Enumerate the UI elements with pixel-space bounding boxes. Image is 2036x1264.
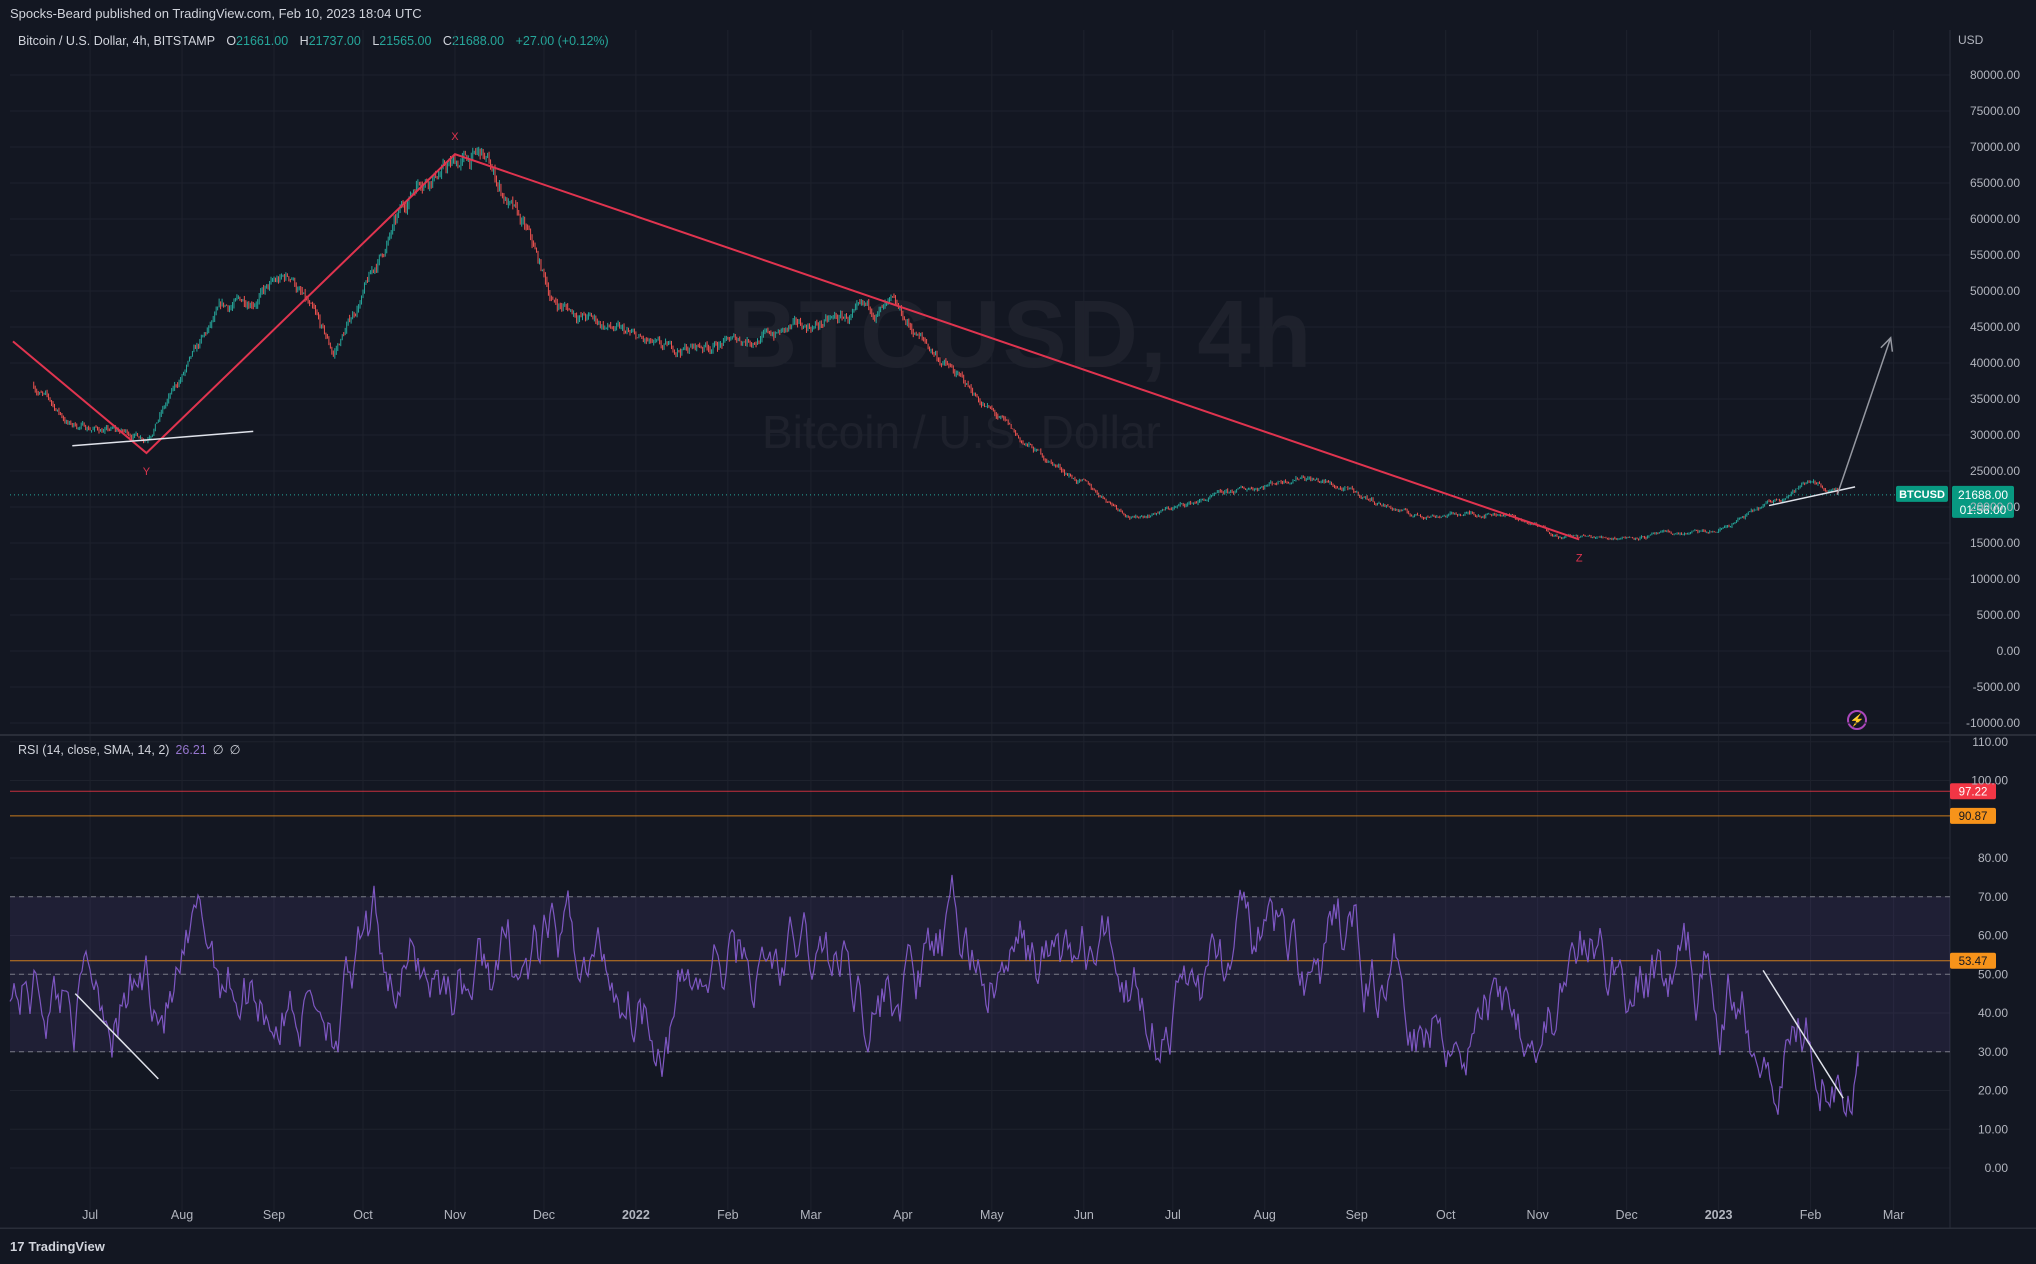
rsi-tick-label: 110.00 bbox=[1972, 735, 2008, 749]
pattern-label-x: X bbox=[451, 131, 459, 143]
tradingview-brand[interactable]: 17 TradingView bbox=[10, 1239, 105, 1254]
rsi-level-tag-label: 97.22 bbox=[1959, 786, 1988, 798]
currency-label: USD bbox=[1958, 33, 1984, 47]
time-tick-label: Mar bbox=[800, 1208, 822, 1222]
price-tick-label: 40000.00 bbox=[1970, 356, 2020, 370]
footer: 17 TradingView bbox=[0, 1228, 2036, 1264]
rsi-tick-label: 30.00 bbox=[1978, 1045, 2008, 1059]
price-tick-label: 75000.00 bbox=[1970, 104, 2020, 118]
time-tick-label: Sep bbox=[1346, 1208, 1368, 1222]
ticker-tag-label: BTCUSD bbox=[1899, 489, 1945, 501]
time-tick-label: Mar bbox=[1883, 1208, 1905, 1222]
price-tick-label: 70000.00 bbox=[1970, 140, 2020, 154]
time-tick-label: Sep bbox=[263, 1208, 285, 1222]
time-tick-label: Jul bbox=[82, 1208, 98, 1222]
rsi-tick-label: 40.00 bbox=[1978, 1006, 2008, 1020]
price-tick-label: 15000.00 bbox=[1970, 536, 2020, 550]
time-tick-label: Jul bbox=[1165, 1208, 1181, 1222]
chart-canvas[interactable]: 97.2290.8753.47 YXZBTCUSD 21688.0001:56:0… bbox=[0, 0, 2036, 1228]
time-tick-label: Dec bbox=[533, 1208, 555, 1222]
rsi-level-tag-label: 53.47 bbox=[1959, 956, 1988, 968]
time-tick-label: Nov bbox=[1527, 1208, 1550, 1222]
price-tick-label: 35000.00 bbox=[1970, 392, 2020, 406]
price-tick-label: 55000.00 bbox=[1970, 248, 2020, 262]
pattern-label-y: Y bbox=[143, 466, 151, 478]
time-tick-label: Oct bbox=[353, 1208, 373, 1222]
time-tick-label: Aug bbox=[1254, 1208, 1276, 1222]
recent-support-trendline bbox=[1768, 486, 1856, 507]
price-tick-label: 60000.00 bbox=[1970, 212, 2020, 226]
wxyz-pattern-line bbox=[12, 153, 1580, 541]
time-tick-label: Jun bbox=[1074, 1208, 1094, 1222]
rsi-tick-label: 80.00 bbox=[1978, 851, 2008, 865]
price-tick-label: 30000.00 bbox=[1970, 428, 2020, 442]
price-tick-label: 50000.00 bbox=[1970, 284, 2020, 298]
time-tick-label: Oct bbox=[1436, 1208, 1456, 1222]
price-tick-label: 65000.00 bbox=[1970, 176, 2020, 190]
price-tick-label: 5000.00 bbox=[1977, 608, 2021, 622]
price-tick-label: -5000.00 bbox=[1973, 680, 2021, 694]
price-tick-label: -10000.00 bbox=[1966, 716, 2020, 730]
rsi-tick-label: 60.00 bbox=[1978, 929, 2008, 943]
price-tick-label: 25000.00 bbox=[1970, 464, 2020, 478]
price-tick-label: 20000.00 bbox=[1970, 500, 2020, 514]
rsi-tick-label: 0.00 bbox=[1985, 1161, 2009, 1175]
rsi-level-tag-label: 90.87 bbox=[1959, 811, 1988, 823]
rsi-tick-label: 100.00 bbox=[1971, 774, 2008, 788]
time-tick-label: Feb bbox=[1800, 1208, 1822, 1222]
time-tick-label: 2022 bbox=[622, 1208, 650, 1222]
time-tick-label: 2023 bbox=[1705, 1208, 1733, 1222]
price-tick-label: 45000.00 bbox=[1970, 320, 2020, 334]
rsi-tick-label: 50.00 bbox=[1978, 967, 2008, 981]
time-tick-label: Aug bbox=[171, 1208, 193, 1222]
time-tick-label: Feb bbox=[717, 1208, 739, 1222]
pattern-label-z: Z bbox=[1576, 552, 1583, 564]
tradingview-logo-icon: 17 bbox=[10, 1239, 25, 1254]
brand-label: TradingView bbox=[28, 1239, 105, 1254]
rsi-tick-label: 70.00 bbox=[1978, 890, 2008, 904]
rsi-tick-label: 10.00 bbox=[1978, 1122, 2008, 1136]
rsi-tick-label: 20.00 bbox=[1978, 1084, 2008, 1098]
time-tick-label: May bbox=[980, 1208, 1004, 1222]
price-tick-label: 80000.00 bbox=[1970, 68, 2020, 82]
time-tick-label: Dec bbox=[1616, 1208, 1638, 1222]
time-tick-label: Apr bbox=[893, 1208, 912, 1222]
price-tick-label: 0.00 bbox=[1997, 644, 2021, 658]
price-tick-label: 10000.00 bbox=[1970, 572, 2020, 586]
time-tick-label: Nov bbox=[444, 1208, 467, 1222]
